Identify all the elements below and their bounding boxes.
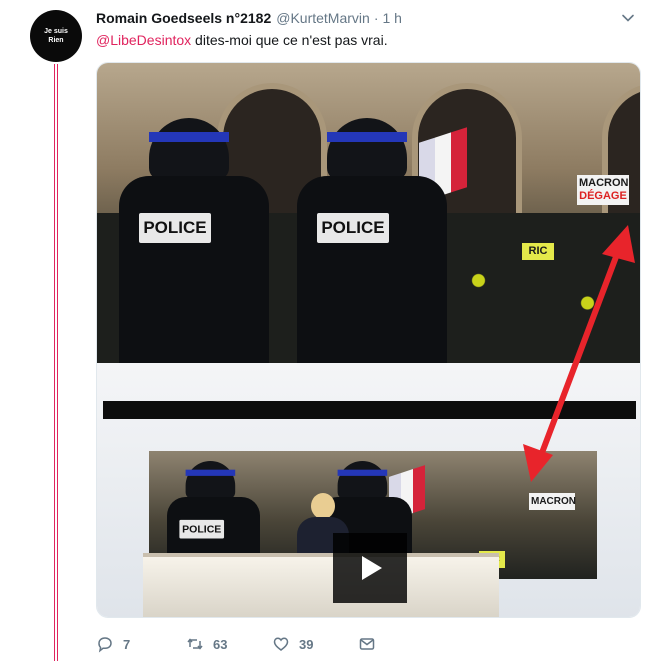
- like-count: 39: [299, 636, 314, 652]
- reply-count: 7: [123, 636, 131, 652]
- broadcast-banner: [103, 401, 636, 419]
- heart-icon: [273, 637, 289, 651]
- tweet-media[interactable]: MACRON DÉGAGE RIC POLICE POLICE POLICE M…: [96, 62, 641, 618]
- police-tag: POLICE: [179, 519, 225, 539]
- tweet-header: Romain Goedseels n°2182 @KurtetMarvin · …: [96, 8, 638, 28]
- police-tag: POLICE: [317, 213, 389, 243]
- tweet-text: @LibeDesintox dites-moi que ce n'est pas…: [96, 32, 388, 48]
- user-handle[interactable]: @KurtetMarvin: [276, 10, 370, 26]
- tweet-body: dites-moi que ce n'est pas vrai.: [191, 32, 388, 48]
- display-name[interactable]: Romain Goedseels n°2182: [96, 10, 271, 26]
- sign-macron: MACRON: [529, 493, 576, 510]
- top-photo[interactable]: MACRON DÉGAGE RIC POLICE POLICE: [97, 63, 640, 363]
- timestamp[interactable]: 1 h: [382, 10, 401, 26]
- retweet-button[interactable]: 63: [186, 635, 272, 653]
- sign-text-line1: MACRON: [579, 177, 629, 189]
- direct-message-button[interactable]: [358, 635, 376, 653]
- retweet-icon: [187, 638, 203, 650]
- avatar-text-line1: Je suis: [44, 28, 68, 35]
- envelope-icon: [359, 638, 375, 650]
- mention-link[interactable]: @LibeDesintox: [96, 32, 191, 48]
- video-play-button[interactable]: [333, 533, 407, 603]
- separator-dot: ·: [373, 10, 379, 26]
- sign-macron-degage: MACRON DÉGAGE: [577, 175, 629, 205]
- reply-button[interactable]: 7: [96, 635, 186, 653]
- retweet-count: 63: [213, 636, 228, 652]
- building-arch: [602, 83, 640, 233]
- reply-icon: [98, 637, 112, 653]
- tweet-actions: 7 63 39: [96, 634, 426, 654]
- thread-line: [54, 64, 58, 661]
- police-officer: POLICE: [119, 118, 269, 363]
- sign-text-line2: DÉGAGE: [579, 190, 627, 202]
- studio-desk: [143, 553, 499, 617]
- sign-ric: RIC: [522, 243, 554, 260]
- play-icon: [362, 556, 382, 580]
- chevron-down-icon[interactable]: [620, 10, 636, 26]
- police-officer: POLICE: [297, 118, 447, 363]
- avatar[interactable]: Je suis Rien: [30, 10, 82, 62]
- police-tag: POLICE: [139, 213, 211, 243]
- avatar-text-line2: Rien: [48, 37, 64, 44]
- like-button[interactable]: 39: [272, 635, 358, 653]
